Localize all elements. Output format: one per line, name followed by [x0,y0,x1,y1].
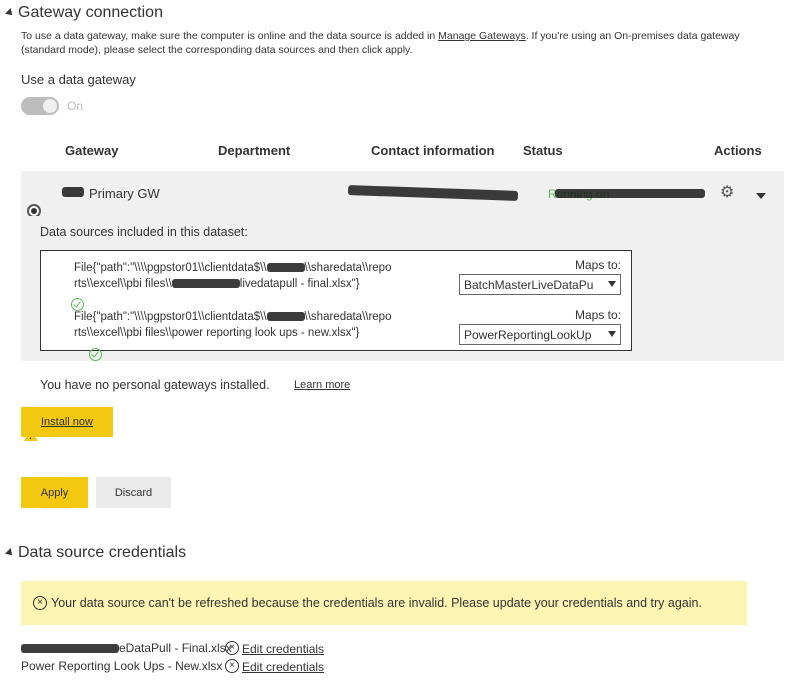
datasources-heading: Data sources included in this dataset: [40,225,248,239]
apply-button[interactable]: Apply [21,477,88,508]
gateway-name: Primary GW [89,186,160,201]
chevron-down-icon[interactable] [756,193,766,199]
column-header-contact: Contact information [371,143,495,158]
redacted-filename [171,279,240,289]
redacted-path [266,312,305,322]
dropdown-caret-icon [608,281,616,287]
gateway-section-header[interactable]: Gateway connection [5,4,163,22]
learn-more-link[interactable]: Learn more [294,379,350,391]
column-header-actions: Actions [714,143,762,158]
credential-item-2: Power Reporting Look Ups - New.xlsx [21,659,223,673]
credentials-section-title: Data source credentials [18,544,187,561]
redacted-mark [62,187,84,197]
personal-gateway-warning: You have no personal gateways installed. [40,378,270,392]
credential-item-1: eDataPull - Final.xlsx [21,641,232,655]
redacted-status [555,189,705,198]
dropdown-caret-icon [608,331,616,337]
toggle-knob [43,99,57,113]
datasource-path: File{"path":"\\\\pgpstor01\\clientdata$\… [74,262,392,290]
redacted-path [266,263,305,273]
gateway-description: To use a data gateway, make sure the com… [21,30,740,56]
maps-to-label: Maps to: [574,308,621,322]
install-now-button[interactable]: Install now [21,407,113,437]
column-header-department: Department [218,143,291,158]
gateway-section-title: Gateway connection [18,4,163,21]
edit-credentials-link-2[interactable]: Edit credentials [242,660,324,674]
column-header-status: Status [523,143,563,158]
expand-arrow-icon[interactable] [5,548,15,558]
datasource-path: File{"path":"\\\\pgpstor01\\clientdata$\… [74,311,392,339]
maps-to-select[interactable]: BatchMasterLiveDataPu [459,274,621,295]
manage-gateways-link[interactable]: Manage Gateways [438,30,526,42]
edit-credentials-icon[interactable]: × [225,659,239,673]
gear-icon[interactable]: ⚙ [720,182,734,202]
toggle-state-label: On [67,99,84,113]
edit-credentials-icon[interactable]: × [225,641,239,655]
maps-to-label: Maps to: [574,258,621,272]
error-icon: × [33,596,47,610]
credentials-error-banner: × Your data source can't be refreshed be… [21,581,747,625]
discard-button[interactable]: Discard [96,477,171,508]
expand-arrow-icon[interactable] [5,8,15,18]
use-gateway-label: Use a data gateway [21,72,136,87]
credentials-section-header[interactable]: Data source credentials [5,544,187,562]
redacted-filename [21,644,119,654]
column-header-gateway: Gateway [65,143,119,158]
datasource-ok-icon [88,348,102,361]
edit-credentials-link-1[interactable]: Edit credentials [242,642,324,656]
gateway-toggle[interactable] [21,97,59,115]
maps-to-select[interactable]: PowerReportingLookUp [459,324,621,345]
